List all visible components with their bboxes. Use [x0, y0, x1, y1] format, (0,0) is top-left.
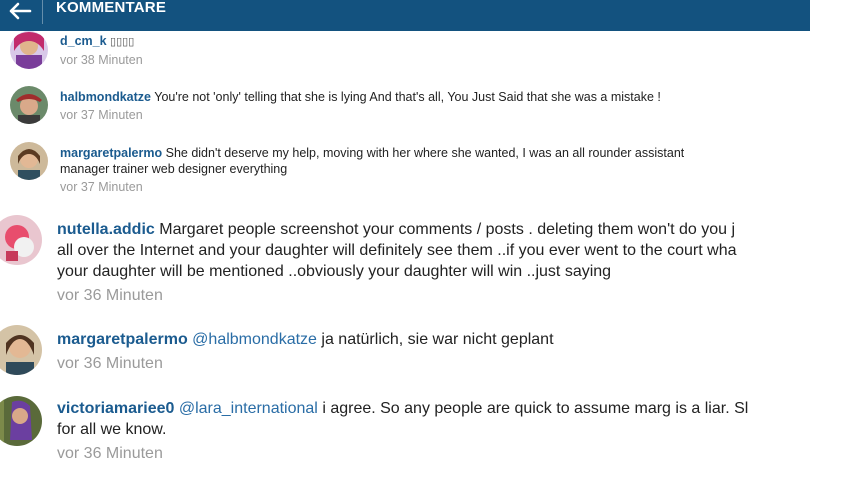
comment-timestamp: vor 37 Minuten: [60, 108, 143, 122]
avatar[interactable]: [0, 325, 42, 375]
comment-username[interactable]: d_cm_k: [60, 34, 107, 48]
comment-text: Margaret people screenshot your comments…: [159, 221, 736, 238]
comment-username[interactable]: margaretpalermo: [57, 331, 188, 348]
comment-body: victoriamariee0 @lara_international i ag…: [57, 398, 810, 464]
header-divider: [42, 0, 43, 24]
comment-text-continued: for all we know.: [57, 421, 167, 438]
comment-username[interactable]: victoriamariee0: [57, 400, 174, 417]
top-bar: KOMMENTARE: [0, 0, 810, 31]
comment-body: halbmondkatze You're not 'only' telling …: [60, 89, 661, 123]
comment-mention[interactable]: @halbmondkatze: [192, 331, 317, 348]
back-button[interactable]: [5, 0, 35, 22]
comment-username[interactable]: nutella.addic: [57, 221, 155, 238]
comment-text-continued: manager trainer web designer everything: [60, 162, 288, 176]
comment-body: d_cm_k ▯▯▯▯ vor 38 Minuten: [60, 33, 143, 68]
avatar[interactable]: [10, 86, 48, 124]
comment-timestamp: vor 37 Minuten: [60, 180, 143, 194]
comment-text: ja natürlich, sie war nicht geplant: [321, 331, 554, 348]
comment-text: i agree. So any people are quick to assu…: [322, 400, 749, 417]
comment-text: She didn't deserve my help, moving with …: [165, 146, 685, 160]
avatar[interactable]: [0, 396, 42, 446]
comment-timestamp: vor 36 Minuten: [57, 445, 163, 462]
arrow-left-icon: [9, 2, 32, 20]
avatar[interactable]: [10, 31, 48, 69]
comment-text: ▯▯▯▯: [110, 36, 135, 48]
page-title: KOMMENTARE: [56, 0, 167, 16]
comment-text-continued: all over the Internet and your daughter …: [57, 242, 737, 259]
avatar[interactable]: [0, 215, 42, 265]
comment-text: You're not 'only' telling that she is ly…: [154, 90, 661, 104]
comment-timestamp: vor 38 Minuten: [60, 53, 143, 67]
comment-body: margaretpalermo She didn't deserve my he…: [60, 145, 684, 195]
comment-timestamp: vor 36 Minuten: [57, 355, 163, 372]
comment-body: margaretpalermo @halbmondkatze ja natürl…: [57, 329, 810, 374]
comment-list[interactable]: d_cm_k ▯▯▯▯ vor 38 Minuten halbmondkatze…: [0, 31, 810, 478]
comment-body: nutella.addic Margaret people screenshot…: [57, 219, 810, 306]
comment-username[interactable]: halbmondkatze: [60, 90, 151, 104]
comment-timestamp: vor 36 Minuten: [57, 287, 163, 304]
comment-mention[interactable]: @lara_international: [179, 400, 318, 417]
comment-text-continued: your daughter will be mentioned ..obviou…: [57, 263, 612, 280]
comment-username[interactable]: margaretpalermo: [60, 146, 162, 160]
avatar[interactable]: [10, 142, 48, 180]
